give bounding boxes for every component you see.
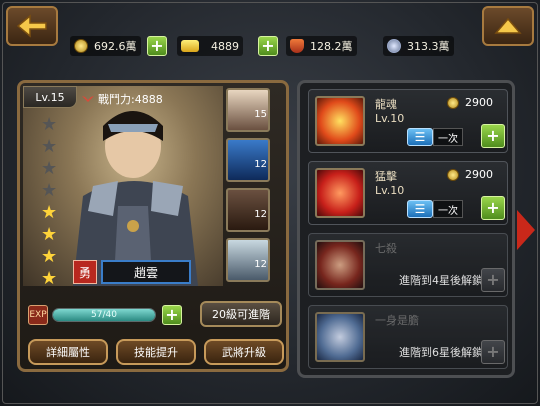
- coin-icon: [447, 168, 459, 181]
- skill-cost: 2900: [447, 96, 493, 109]
- thumbnail-number: 15: [254, 109, 267, 120]
- star-icon: ★: [41, 158, 58, 179]
- skill-unlock-text: 進階到6星後解鎖: [399, 346, 483, 359]
- strike-icon: [315, 168, 365, 218]
- skill-name: 龍魂: [375, 98, 397, 111]
- skill-card: 猛擊 Lv.10 2900 ☰ 一次 +: [308, 161, 508, 225]
- exp-bar: 57/40: [52, 308, 156, 322]
- hero-level-tag: Lv.15: [23, 86, 77, 108]
- skill-upgrade-plus-button: +: [481, 268, 505, 292]
- skill-upgrade-button[interactable]: 技能提升: [116, 339, 196, 365]
- wings-icon: [82, 96, 94, 102]
- skill-name: 七殺: [375, 242, 397, 255]
- upgrade-once-label: 一次: [433, 128, 463, 146]
- exp-row: EXP 57/40 +: [28, 305, 182, 325]
- hero-trait-badge: 勇: [73, 260, 97, 284]
- skill-upgrade-plus-button[interactable]: +: [481, 196, 505, 220]
- details-button[interactable]: 詳細屬性: [28, 339, 108, 365]
- collapse-menu-button[interactable]: [482, 6, 534, 46]
- hero-thumbnails: 15 12 12 12: [226, 88, 270, 282]
- coin-amount: 692.6萬: [94, 40, 137, 53]
- hero-name: 趙雲: [101, 260, 191, 284]
- star-icon: ★: [41, 180, 58, 201]
- dragon-soul-icon: [315, 96, 365, 146]
- skill-cost: 2900: [447, 168, 493, 181]
- general-upgrade-label: 武將升級: [222, 346, 266, 359]
- crystal-amount: 313.3萬: [407, 40, 450, 53]
- back-arrow-icon: [16, 14, 47, 38]
- general-upgrade-button[interactable]: 武將升級: [204, 339, 284, 365]
- thumbnail-number: 12: [254, 209, 267, 220]
- coin-resource: 692.6萬: [70, 36, 141, 56]
- star-icon: ★: [41, 202, 58, 223]
- skill-card-locked: 一身是膽 進階到6星後解鎖 +: [308, 305, 508, 369]
- hero-name-row: 勇 趙雲: [73, 260, 191, 284]
- skill-cost-value: 2900: [465, 96, 493, 109]
- fearless-icon: [315, 312, 365, 362]
- hero-level: Lv.15: [35, 90, 65, 104]
- shield-icon: [290, 39, 304, 53]
- gold-ingot-icon: [181, 40, 199, 52]
- star-icon: ★: [41, 136, 58, 157]
- combat-power-text: 戰鬥力:4888: [98, 93, 163, 106]
- coin-icon: [74, 39, 88, 53]
- ingot-resource: 4889: [177, 36, 243, 56]
- skill-level: Lv.10: [375, 112, 405, 125]
- weapon-thumbnail[interactable]: 12: [226, 138, 270, 182]
- upgrade-mode-button[interactable]: ☰: [407, 200, 433, 218]
- combat-power: 戰鬥力:4888: [81, 91, 163, 107]
- upgrade-once-row: ☰ 一次: [407, 128, 463, 146]
- exp-icon: EXP: [28, 305, 48, 325]
- hero-portrait: Lv.15 戰鬥力:4888 ★ ★ ★ ★ ★ ★ ★ ★ 勇 趙雲: [23, 86, 223, 286]
- hero-action-buttons: 詳細屬性 技能提升 武將升級: [28, 339, 284, 365]
- skill-level: Lv.10: [375, 184, 405, 197]
- advance-button[interactable]: 20級可進階: [200, 301, 282, 327]
- back-button[interactable]: [6, 6, 58, 46]
- hero-thumbnail[interactable]: 15: [226, 88, 270, 132]
- details-label: 詳細屬性: [46, 346, 90, 359]
- skill-card-locked: 七殺 進階到4星後解鎖 +: [308, 233, 508, 297]
- star-icon: ★: [41, 114, 58, 135]
- thumbnail-number: 12: [254, 159, 267, 170]
- skills-panel: 龍魂 Lv.10 2900 ☰ 一次 + 猛擊 Lv.10 2900 ☰ 一次 …: [297, 80, 515, 378]
- star-rating: ★ ★ ★ ★ ★ ★ ★ ★: [41, 114, 58, 287]
- ingot-amount: 4889: [211, 39, 239, 53]
- mount-thumbnail[interactable]: 12: [226, 238, 270, 282]
- crystal-resource: 313.3萬: [383, 36, 454, 56]
- next-page-arrow-icon[interactable]: [517, 210, 535, 250]
- star-icon: ★: [41, 224, 58, 245]
- skill-name: 猛擊: [375, 170, 397, 183]
- upgrade-mode-button[interactable]: ☰: [407, 128, 433, 146]
- skill-upgrade-plus-button: +: [481, 340, 505, 364]
- add-exp-button[interactable]: +: [162, 305, 182, 325]
- upgrade-once-row: ☰ 一次: [407, 200, 463, 218]
- coin-icon: [447, 96, 459, 109]
- skill-name: 一身是膽: [375, 314, 419, 327]
- skill-cost-value: 2900: [465, 168, 493, 181]
- shield-amount: 128.2萬: [310, 40, 353, 53]
- seven-kills-icon: [315, 240, 365, 290]
- armor-thumbnail[interactable]: 12: [226, 188, 270, 232]
- hero-panel: Lv.15 戰鬥力:4888 ★ ★ ★ ★ ★ ★ ★ ★ 勇 趙雲 15 1…: [17, 80, 289, 372]
- star-icon: ★: [41, 246, 58, 267]
- skill-unlock-text: 進階到4星後解鎖: [399, 274, 483, 287]
- advance-label: 20級可進階: [212, 308, 270, 321]
- thumbnail-number: 12: [254, 259, 267, 270]
- upgrade-once-label: 一次: [433, 200, 463, 218]
- add-ingot-button[interactable]: +: [258, 36, 278, 56]
- add-coin-button[interactable]: +: [147, 36, 167, 56]
- skill-upgrade-label: 技能提升: [134, 346, 178, 359]
- triangle-up-icon: [494, 17, 522, 34]
- exp-text: 57/40: [91, 310, 117, 320]
- skill-upgrade-plus-button[interactable]: +: [481, 124, 505, 148]
- crystal-icon: [387, 39, 401, 53]
- skill-card: 龍魂 Lv.10 2900 ☰ 一次 +: [308, 89, 508, 153]
- shield-resource: 128.2萬: [286, 36, 357, 56]
- star-icon: ★: [41, 268, 58, 287]
